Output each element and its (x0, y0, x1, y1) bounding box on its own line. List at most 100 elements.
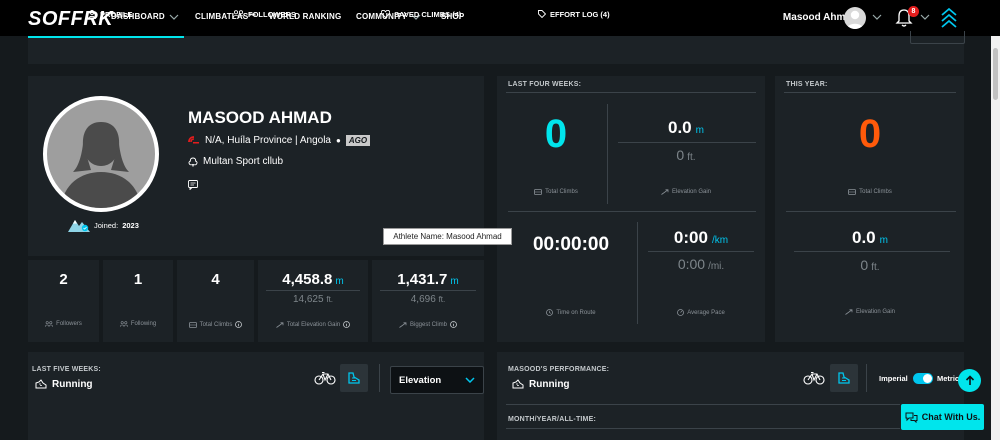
performance-subtitle: MONTH/YEAR/ALL-TIME: (508, 416, 596, 423)
bike-icon[interactable] (803, 371, 825, 385)
running-sport-button[interactable] (340, 364, 368, 392)
arrow-up-icon (965, 375, 974, 385)
chat-icon (905, 412, 918, 423)
weeks-elevation-ft-unit: ft. (687, 152, 696, 163)
followers-icon (233, 10, 244, 18)
divider (786, 211, 956, 212)
performance-sport: Running (512, 379, 570, 390)
elevation-icon (276, 321, 284, 328)
bike-icon[interactable] (314, 371, 336, 385)
joined-info: Joined: 2023 (68, 218, 139, 232)
stat-card-total-elevation[interactable]: 4,458.8 m 14,625 ft. Total Elevation Gain (258, 260, 368, 342)
tab-effort-log[interactable]: EFFORT LOG (4) (538, 0, 610, 28)
weeks-pace-label-row: Average Pace (642, 309, 760, 316)
weeks-pace-km-unit: /km (711, 235, 729, 246)
chat-with-us-button[interactable]: Chat With Us. (901, 404, 984, 430)
tab-dropdown-button[interactable] (910, 31, 965, 44)
unit-toggle[interactable] (913, 373, 933, 384)
profile-name: MASOOD AHMAD (188, 108, 332, 127)
year-elevation-ft-row: 0 ft. (784, 257, 956, 273)
stat-sub-value: 14,625 (292, 294, 324, 305)
user-icon (88, 9, 96, 19)
last-five-weeks-title: LAST FIVE WEEKS: (32, 366, 101, 373)
notification-badge: 8 (908, 6, 919, 17)
stat-unit: m (335, 276, 344, 287)
angola-flag-icon (188, 135, 199, 143)
running-shoe-icon (35, 379, 47, 389)
divider (379, 364, 380, 392)
year-total-climbs-label-row: Total Climbs (784, 189, 956, 195)
message-icon[interactable] (188, 180, 198, 190)
joined-label: Joined: (94, 220, 119, 230)
pace-icon (677, 309, 685, 316)
tabs-background (484, 36, 964, 64)
performance-sport-label: Running (529, 379, 570, 390)
stat-label: Followers (56, 321, 82, 327)
stat-card-total-climbs[interactable]: 4 Total Climbs (177, 260, 254, 342)
tab-profile-label: PROFILE (100, 9, 133, 19)
user-avatar[interactable] (844, 7, 866, 29)
info-icon[interactable] (235, 321, 243, 328)
stat-label: Total Climbs (199, 321, 233, 328)
year-elevation-label-row: Elevation Gain (784, 309, 956, 315)
chevron-down-icon[interactable] (920, 14, 930, 20)
tab-followers[interactable]: FOLLOWERS (233, 0, 296, 28)
chevron-down-icon[interactable] (872, 14, 882, 20)
stat-card-biggest-climb[interactable]: 1,431.7 m 4,696 ft. Biggest Climb (372, 260, 484, 342)
divider (794, 251, 950, 252)
unit-toggle-imperial-label: Imperial (879, 374, 908, 383)
stat-value-row: 4,458.8 m (258, 271, 368, 288)
tab-profile[interactable]: PROFILE (88, 0, 133, 28)
weeks-elevation-m-row: 0.0 m (616, 118, 756, 138)
elevation-icon (845, 309, 853, 315)
divider (618, 142, 756, 143)
stat-label-row: Biggest Climb (372, 321, 484, 328)
climb-rank-icon[interactable] (940, 7, 958, 29)
divider (508, 211, 756, 212)
year-total-climbs-value: 0 (858, 112, 882, 156)
divider (866, 364, 867, 392)
club-icon (188, 157, 198, 167)
following-icon (119, 321, 128, 327)
tab-followers-label: FOLLOWERS (248, 9, 296, 19)
profile-avatar[interactable] (43, 96, 159, 212)
followers-icon (45, 321, 54, 327)
chat-with-us-label: Chat With Us. (921, 412, 981, 422)
avatar-silhouette-icon (61, 122, 141, 208)
running-shoe-icon (838, 372, 850, 384)
weeks-pace-km-row: 0:00/km (642, 228, 760, 248)
weeks-time-value: 00:00:00 (532, 234, 610, 255)
stat-sub-unit: ft. (326, 295, 334, 304)
metric-select[interactable]: Elevation (390, 366, 484, 394)
tab-saved-climbs[interactable]: SAVED CLIMBS (4) (381, 0, 461, 28)
stat-card-followers[interactable]: 2 Followers (28, 260, 99, 342)
running-sport-button[interactable] (830, 364, 858, 392)
separator-dot: ● (336, 136, 341, 145)
weeks-elevation-m-unit: m (695, 125, 704, 136)
year-elevation-ft-value: 0 (860, 257, 869, 273)
weeks-pace-mi-row: 0:00/mi. (642, 256, 760, 272)
stat-label-row: Following (103, 321, 173, 327)
active-tab-indicator (28, 36, 184, 38)
weeks-elevation-ft-row: 0 ft. (616, 147, 756, 163)
page-scrollbar-thumb[interactable] (993, 48, 998, 100)
scroll-to-top-button[interactable] (958, 369, 981, 392)
info-icon[interactable] (450, 321, 457, 328)
divider (506, 92, 756, 93)
info-icon[interactable] (343, 321, 351, 328)
stat-sub-row: 4,696 ft. (372, 294, 484, 305)
running-shoe-icon (348, 372, 360, 384)
stat-label-row: Followers (28, 321, 99, 327)
stat-value: 4 (211, 271, 220, 288)
divider (607, 104, 608, 204)
weeks-total-climbs-value: 0 (544, 112, 568, 156)
stat-label-row: Total Climbs (177, 321, 254, 328)
climbs-icon (534, 189, 543, 195)
profile-club-row[interactable]: Multan Sport cllub (188, 156, 283, 167)
performance-title: MASOOD'S PERFORMANCE: (508, 366, 610, 373)
profile-club: Multan Sport cllub (203, 156, 284, 167)
stat-value: 4,458.8 (282, 271, 333, 288)
divider (380, 290, 476, 291)
stat-card-following[interactable]: 1 Following (103, 260, 173, 342)
clock-icon (546, 309, 554, 316)
